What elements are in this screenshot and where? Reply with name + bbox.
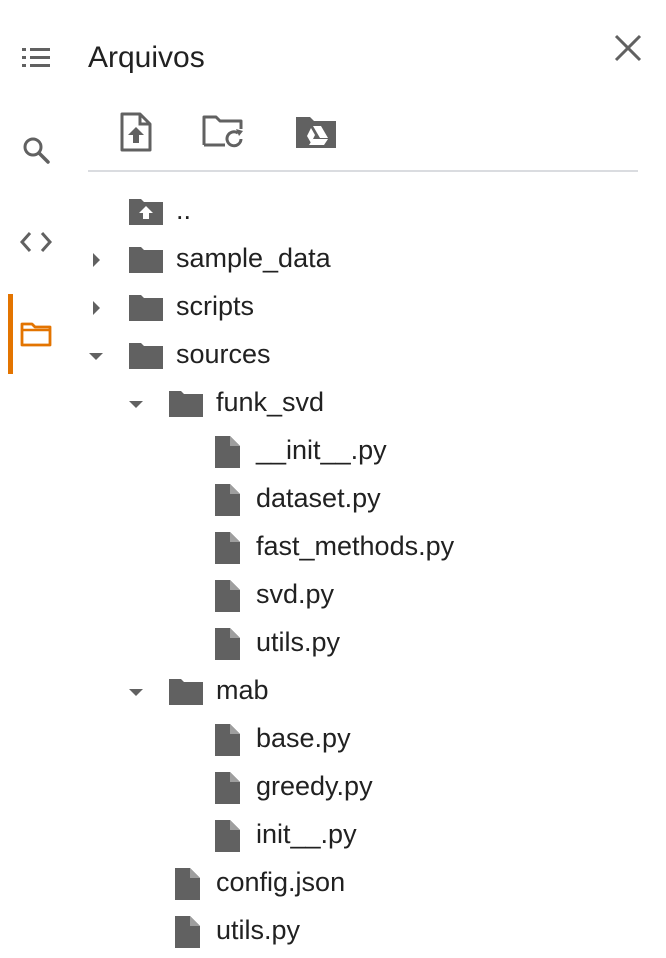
tree-item-label: .. xyxy=(176,195,192,225)
tree-row-folder[interactable]: mab xyxy=(88,670,638,714)
caret-right-icon[interactable] xyxy=(86,250,106,270)
tree-row-folder[interactable]: .. xyxy=(88,190,638,234)
tree-item-label: scripts xyxy=(176,291,255,321)
tree-row-folder[interactable]: sample_data xyxy=(88,238,638,282)
tree-item-label: utils.py xyxy=(216,915,301,945)
caret-right-icon[interactable] xyxy=(86,298,106,318)
tree-item-label: utils.py xyxy=(256,627,341,657)
table-of-contents-icon xyxy=(22,48,50,67)
tree-item-label: __init__.py xyxy=(256,435,387,465)
file-icon xyxy=(212,434,242,470)
tree-row-file[interactable]: dataset.py xyxy=(88,478,638,522)
code-snippets-icon xyxy=(19,232,53,252)
tree-row-file[interactable]: utils.py xyxy=(88,622,638,666)
mount-drive-icon xyxy=(296,117,336,148)
mount-drive-button[interactable] xyxy=(292,108,340,156)
tree-row-file[interactable]: fast_methods.py xyxy=(88,526,638,570)
code-snippets-button[interactable] xyxy=(14,220,58,264)
tree-item-label: funk_svd xyxy=(216,387,325,417)
files-button[interactable] xyxy=(14,312,58,356)
tree-item-label: greedy.py xyxy=(256,771,373,801)
file-icon xyxy=(212,626,242,662)
file-icon xyxy=(212,818,242,854)
tree-item-label: mab xyxy=(216,675,269,705)
file-icon xyxy=(212,530,242,566)
file-icon xyxy=(212,482,242,518)
tree-row-folder[interactable]: scripts xyxy=(88,286,638,330)
tree-item-label: fast_methods.py xyxy=(256,531,455,561)
panel-title: Arquivos xyxy=(88,41,205,74)
file-icon xyxy=(212,578,242,614)
tree-row-file[interactable]: config.json xyxy=(88,862,638,906)
caret-down-icon[interactable] xyxy=(126,682,146,702)
tree-item-label: sources xyxy=(176,339,271,369)
folder-icon xyxy=(168,678,204,706)
close-button[interactable] xyxy=(606,26,650,70)
upload-file-icon xyxy=(120,112,152,152)
file-icon xyxy=(172,866,202,902)
close-icon xyxy=(614,34,642,62)
refresh-folder-icon xyxy=(202,115,243,148)
tree-row-folder[interactable]: sources xyxy=(88,334,638,378)
active-indicator xyxy=(8,294,13,374)
toolbar-divider xyxy=(88,170,638,172)
side-rail xyxy=(0,0,70,958)
file-icon xyxy=(212,722,242,758)
table-of-contents-button[interactable] xyxy=(14,36,58,80)
tree-item-label: svd.py xyxy=(256,579,335,609)
search-button[interactable] xyxy=(14,128,58,172)
folder-icon xyxy=(128,294,164,322)
tree-row-file[interactable]: base.py xyxy=(88,718,638,762)
caret-down-icon[interactable] xyxy=(86,346,106,366)
tree-item-label: base.py xyxy=(256,723,351,753)
file-icon xyxy=(172,914,202,950)
folder-icon xyxy=(20,322,52,347)
tree-row-file[interactable]: utils.py xyxy=(88,910,638,954)
upload-button[interactable] xyxy=(112,108,160,156)
tree-row-file[interactable]: init__.py xyxy=(88,814,638,858)
refresh-button[interactable] xyxy=(200,108,248,156)
tree-row-file[interactable]: greedy.py xyxy=(88,766,638,810)
folder-icon xyxy=(128,342,164,370)
tree-item-label: init__.py xyxy=(256,819,357,849)
folder-icon xyxy=(128,246,164,274)
files-panel: Arquivos .. sample_data scripts sources … xyxy=(88,0,648,958)
caret-down-icon[interactable] xyxy=(126,394,146,414)
tree-item-label: dataset.py xyxy=(256,483,381,513)
search-icon xyxy=(23,137,50,164)
parent-folder-icon xyxy=(128,198,164,226)
tree-item-label: config.json xyxy=(216,867,346,897)
tree-item-label: sample_data xyxy=(176,243,331,273)
tree-row-file[interactable]: svd.py xyxy=(88,574,638,618)
tree-row-folder[interactable]: funk_svd xyxy=(88,382,638,426)
tree-row-file[interactable]: __init__.py xyxy=(88,430,638,474)
folder-icon xyxy=(168,390,204,418)
file-icon xyxy=(212,770,242,806)
